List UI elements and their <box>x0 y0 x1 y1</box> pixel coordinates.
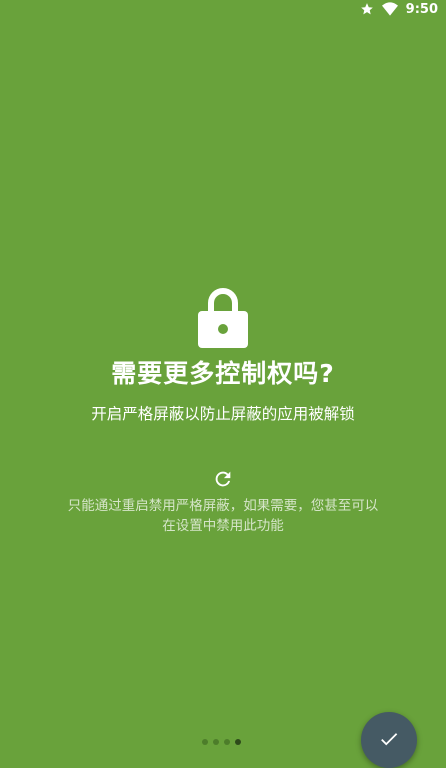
page-dot <box>224 739 230 745</box>
page-dot-active <box>235 739 241 745</box>
page-title: 需要更多控制权吗? <box>111 359 335 388</box>
lock-icon <box>198 288 248 348</box>
page-dot <box>202 739 208 745</box>
star-icon <box>360 3 373 15</box>
wifi-icon <box>381 2 398 16</box>
restart-note: 只能通过重启禁用严格屏蔽，如果需要，您甚至可以在设置中禁用此功能 <box>67 498 379 534</box>
status-bar: 9:50 <box>0 0 446 18</box>
page-subtitle: 开启严格屏蔽以防止屏蔽的应用被解锁 <box>91 405 355 423</box>
intro-content: 需要更多控制权吗? 开启严格屏蔽以防止屏蔽的应用被解锁 只能通过重启禁用严格屏蔽… <box>0 286 446 536</box>
page-dot <box>213 739 219 745</box>
status-time: 9:50 <box>405 1 438 17</box>
page-indicator <box>202 739 241 745</box>
confirm-button[interactable] <box>361 712 417 768</box>
refresh-icon <box>215 471 231 487</box>
